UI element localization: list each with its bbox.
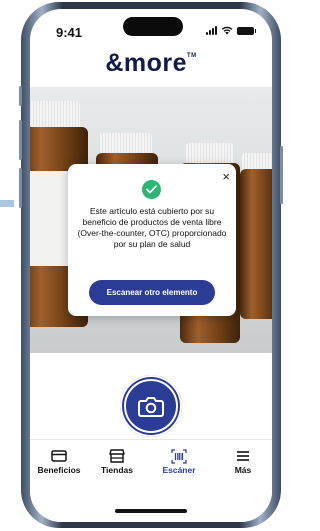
capture-button[interactable]: [120, 375, 182, 437]
tab-mas[interactable]: Más: [214, 448, 272, 475]
dynamic-island: [123, 17, 183, 36]
camera-icon: [138, 396, 164, 417]
check-circle-icon: [142, 180, 161, 199]
phone-screen: 9:41 &moreTM × Este artículo está cubier…: [30, 9, 272, 522]
logo-text: &more: [105, 49, 187, 77]
store-icon: [109, 449, 125, 463]
status-icons: [206, 26, 256, 35]
menu-icon: [237, 451, 249, 461]
volume-up-button: [19, 120, 22, 160]
scanner-camera-view: × Este artículo está cubierto por su ben…: [30, 87, 272, 353]
home-indicator: [115, 509, 187, 513]
battery-icon: [237, 27, 256, 35]
tab-label: Más: [234, 465, 252, 475]
app-logo: &moreTM: [30, 49, 272, 78]
tab-label: Escáner: [162, 465, 196, 475]
scan-another-item-button[interactable]: Escanear otro elemento: [89, 280, 215, 305]
side-decoration: [0, 200, 14, 207]
tab-tiendas[interactable]: Tiendas: [88, 448, 146, 475]
close-icon[interactable]: ×: [222, 169, 230, 184]
status-bar: 9:41: [30, 9, 272, 43]
tab-label: Beneficios: [37, 465, 81, 475]
tab-beneficios[interactable]: Beneficios: [30, 448, 88, 475]
tab-label: Tiendas: [101, 465, 133, 475]
power-button: [280, 146, 283, 204]
capture-button-ring: [124, 379, 178, 433]
trademark-mark: TM: [187, 53, 197, 59]
signal-icon: [206, 26, 217, 35]
tab-escaner[interactable]: Escáner: [150, 448, 208, 475]
coverage-message: Este artículo está cubierto por su benef…: [77, 206, 227, 249]
bottom-tab-bar: Beneficios Tiendas Escáner Más: [30, 439, 272, 522]
wifi-icon: [221, 26, 233, 35]
mute-switch: [19, 86, 22, 106]
barcode-scan-icon: [171, 448, 187, 464]
status-time: 9:41: [56, 25, 83, 40]
card-icon: [51, 450, 67, 462]
volume-down-button: [19, 168, 22, 208]
coverage-result-dialog: × Este artículo está cubierto por su ben…: [68, 164, 236, 316]
